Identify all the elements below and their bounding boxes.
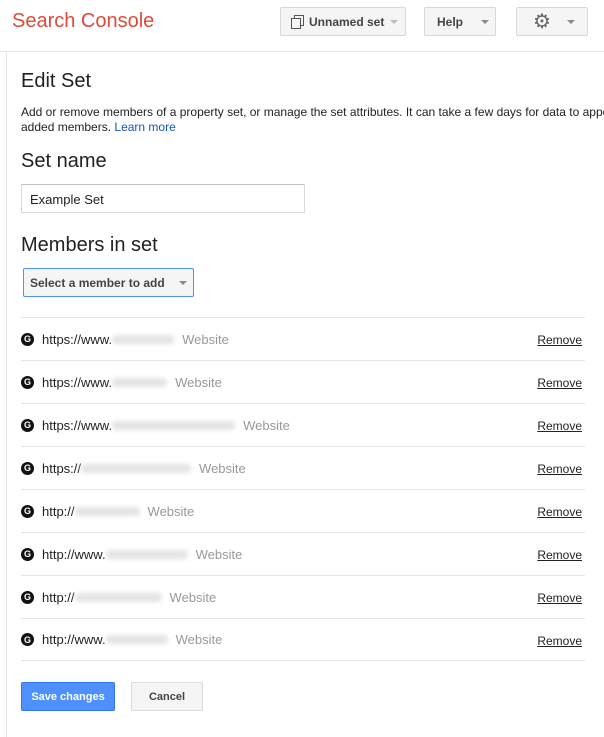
gear-icon: ⚙ xyxy=(533,11,551,33)
member-type: Website xyxy=(169,589,217,605)
remove-link[interactable]: Remove xyxy=(537,376,582,390)
page-title: Edit Set xyxy=(21,70,92,92)
sets-icon xyxy=(291,14,305,29)
member-url: https:// xyxy=(42,460,82,476)
logo[interactable]: Search Console xyxy=(12,10,154,33)
member-type: Website xyxy=(175,632,223,647)
members-heading: Members in set xyxy=(21,234,158,256)
member-row: G http://www. Website Remove xyxy=(21,532,585,575)
members-list: G https://www. Website Remove G https://w… xyxy=(21,317,585,661)
remove-link[interactable]: Remove xyxy=(537,548,582,562)
help-label: Help xyxy=(437,14,464,29)
google-icon: G xyxy=(21,547,34,561)
member-type: Website xyxy=(147,503,195,519)
page-description: Add or remove members of a property set,… xyxy=(21,105,604,134)
set-name-input[interactable]: Example Set xyxy=(21,184,305,213)
google-icon: G xyxy=(21,590,34,604)
member-row: G http://www. Website Remove xyxy=(21,618,585,661)
help-button[interactable]: Help xyxy=(424,7,496,36)
chevron-down-icon xyxy=(179,281,187,285)
member-url: http://www. xyxy=(42,632,106,647)
member-type: Website xyxy=(199,460,246,476)
learn-more-link[interactable]: Learn more xyxy=(114,120,175,134)
save-button[interactable]: Save changes xyxy=(21,682,115,711)
member-type: Website xyxy=(182,331,229,347)
member-row: G https:// Website Remove xyxy=(21,446,585,489)
member-url: http://www. xyxy=(42,546,106,562)
member-type: Website xyxy=(175,374,222,390)
redacted-domain xyxy=(112,420,236,430)
redacted-domain xyxy=(74,592,162,602)
member-row: G https://www. Website Remove xyxy=(21,360,585,403)
member-row: G https://www. Website Remove xyxy=(21,403,585,446)
remove-link[interactable]: Remove xyxy=(537,462,582,476)
member-row: G http:// Website Remove xyxy=(21,575,585,618)
google-icon: G xyxy=(21,504,34,518)
set-menu-label: Unnamed set xyxy=(309,14,385,29)
cancel-button[interactable]: Cancel xyxy=(131,682,203,711)
google-icon: G xyxy=(21,633,34,646)
set-menu-button[interactable]: Unnamed set xyxy=(280,7,406,36)
member-url: http:// xyxy=(42,503,75,519)
member-url: https://www. xyxy=(42,417,113,433)
member-url: https://www. xyxy=(42,331,113,347)
remove-link[interactable]: Remove xyxy=(537,505,582,519)
set-name-heading: Set name xyxy=(21,150,107,172)
remove-link[interactable]: Remove xyxy=(537,419,582,433)
redacted-domain xyxy=(74,506,140,516)
google-icon: G xyxy=(21,418,34,432)
remove-link[interactable]: Remove xyxy=(537,591,582,605)
google-icon: G xyxy=(21,375,34,389)
top-bar: Search Console Unnamed set Help ⚙ xyxy=(0,0,604,52)
redacted-domain xyxy=(105,635,168,644)
chevron-down-icon xyxy=(566,19,575,24)
remove-link[interactable]: Remove xyxy=(537,333,582,347)
redacted-domain xyxy=(105,549,188,559)
chevron-down-icon xyxy=(390,19,399,24)
chevron-down-icon xyxy=(481,19,490,24)
redacted-domain xyxy=(81,463,192,473)
settings-button[interactable]: ⚙ xyxy=(516,7,588,36)
member-row: G http:// Website Remove xyxy=(21,489,585,532)
google-icon: G xyxy=(21,332,34,346)
member-type: Website xyxy=(243,417,290,433)
member-row: G https://www. Website Remove xyxy=(21,317,585,360)
google-icon: G xyxy=(21,461,34,475)
member-type: Website xyxy=(195,546,243,562)
remove-link[interactable]: Remove xyxy=(537,634,582,648)
redacted-domain xyxy=(112,377,168,387)
add-member-select[interactable]: Select a member to add xyxy=(23,268,194,297)
member-url: http:// xyxy=(42,589,75,605)
redacted-domain xyxy=(112,334,175,344)
member-url: https://www. xyxy=(42,374,113,390)
main-content: Edit Set Add or remove members of a prop… xyxy=(6,52,604,737)
